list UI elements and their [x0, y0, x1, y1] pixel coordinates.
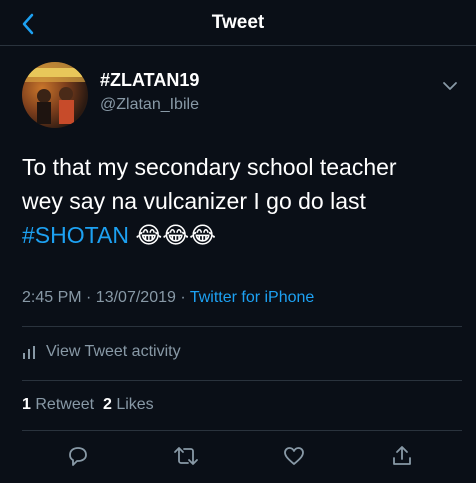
divider [22, 326, 462, 327]
reply-button[interactable] [64, 442, 92, 470]
divider [22, 380, 462, 381]
likes-label: Likes [116, 396, 154, 413]
more-options-button[interactable] [440, 76, 460, 96]
source-link[interactable]: Twitter for iPhone [190, 289, 315, 306]
hashtag-link[interactable]: #SHOTAN [22, 222, 129, 248]
share-button[interactable] [388, 442, 416, 470]
share-icon [393, 446, 411, 465]
like-icon [284, 447, 304, 465]
user-handle[interactable]: @Zlatan_Ibile [100, 96, 199, 114]
retweet-icon [174, 447, 198, 465]
activity-label: View Tweet activity [46, 343, 181, 360]
bar-chart-icon [23, 346, 35, 359]
engagement-stats: 1 Retweet 2 Likes [22, 396, 154, 414]
tweet-text-line: To that my secondary school teacher [22, 154, 397, 180]
timestamp-text: 2:45 PM · 13/07/2019 · [22, 289, 190, 306]
view-tweet-activity[interactable]: View Tweet activity [22, 343, 181, 361]
tweet-timestamp: 2:45 PM · 13/07/2019 · Twitter for iPhon… [22, 289, 314, 307]
retweets-label: Retweet [35, 396, 95, 413]
reply-icon [69, 447, 87, 466]
divider [22, 430, 462, 431]
retweet-button[interactable] [172, 442, 200, 470]
like-button[interactable] [280, 442, 308, 470]
tweet-text-line: #SHOTAN 😂😂😂 [22, 218, 462, 252]
avatar[interactable] [22, 62, 88, 128]
likes-stat[interactable]: 2 Likes [103, 396, 154, 413]
likes-count: 2 [102, 396, 112, 413]
chevron-down-icon [443, 82, 457, 90]
avatar-image [22, 62, 88, 124]
tweet-text-line: wey say na vulcanizer I go do last [22, 188, 366, 214]
top-bar: Tweet [0, 0, 476, 46]
page-title: Tweet [211, 12, 265, 33]
emoji: 😂😂😂 [135, 222, 216, 248]
display-name[interactable]: #ZLATAN19 [100, 70, 199, 91]
retweets-count: 1 [22, 396, 31, 413]
tweet-text: To that my secondary school teacher wey … [22, 150, 462, 252]
retweets-stat[interactable]: 1 Retweet [22, 396, 94, 413]
